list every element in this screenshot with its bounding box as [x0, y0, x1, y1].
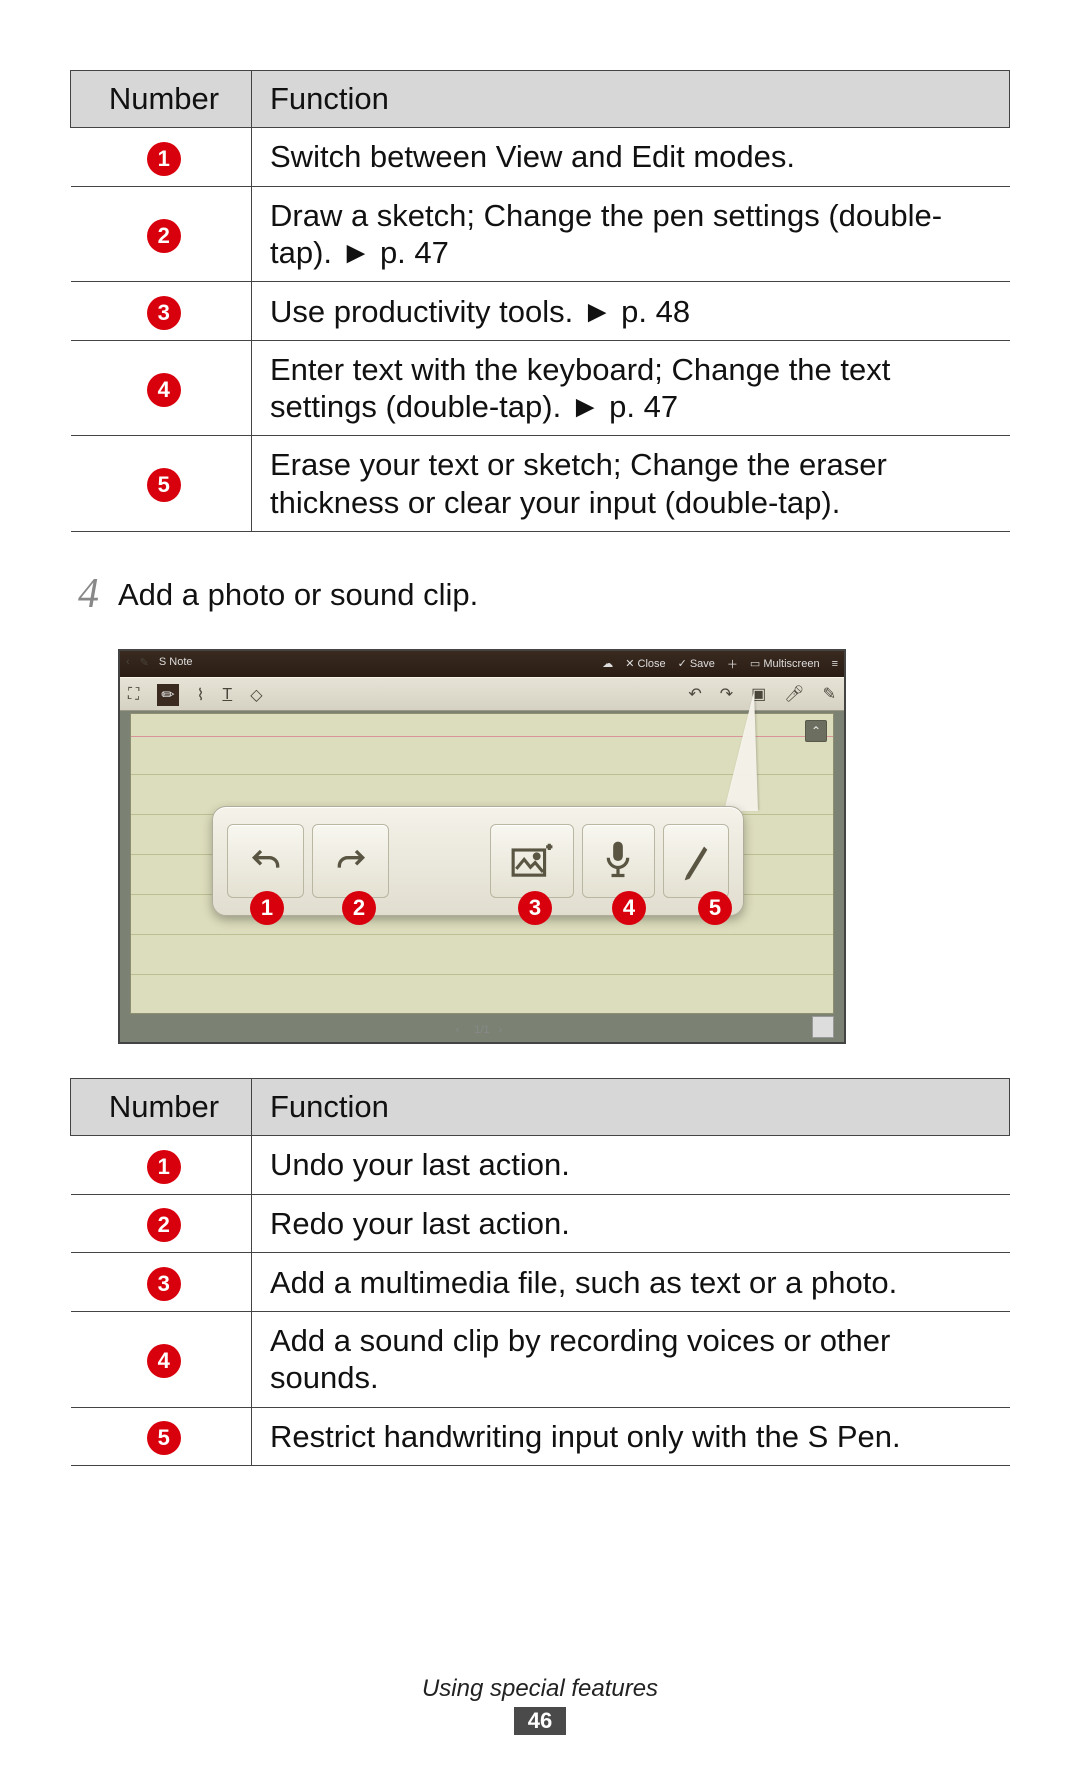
undo-icon[interactable]: ↶ [688, 684, 701, 704]
callout-badge: 5 [698, 891, 732, 925]
number-badge: 1 [147, 142, 181, 176]
view-mode-icon[interactable]: ⛶ [128, 686, 139, 704]
menu-icon[interactable]: ≡ [832, 658, 838, 670]
number-badge: 4 [147, 1344, 181, 1378]
callout-badge: 4 [612, 891, 646, 925]
page-indicator: ‹ 1/1 › [456, 1024, 509, 1036]
number-badge: 4 [147, 373, 181, 407]
undo-button[interactable] [227, 824, 304, 898]
function-text: Restrict handwriting input only with the… [252, 1407, 1010, 1466]
function-text: Switch between View and Edit modes. [252, 128, 1010, 187]
step-text: Add a photo or sound clip. [118, 577, 478, 619]
header-function: Function [252, 1078, 1010, 1135]
pen-icon[interactable]: ✎ [140, 656, 149, 669]
table-row: 1 Undo your last action. [71, 1135, 1010, 1194]
close-button[interactable]: ✕ Close [625, 657, 665, 670]
number-badge: 2 [147, 219, 181, 253]
sync-icon[interactable]: ☁ [602, 657, 613, 670]
productivity-icon[interactable]: ⌇ [197, 685, 205, 705]
page-number: 46 [0, 1707, 1080, 1735]
callout-badge: 2 [342, 891, 376, 925]
number-badge: 3 [147, 296, 181, 330]
eraser-tool-icon[interactable]: ◇ [250, 685, 262, 705]
function-text: Enter text with the keyboard; Change the… [252, 341, 1010, 436]
step-instruction: 4 Add a photo or sound clip. [78, 577, 1010, 619]
table-row: 3 Add a multimedia file, such as text or… [71, 1253, 1010, 1312]
function-text: Undo your last action. [252, 1135, 1010, 1194]
function-table-2: Number Function 1 Undo your last action.… [70, 1078, 1010, 1467]
text-tool-icon[interactable]: T [222, 686, 232, 704]
callout-badge: 3 [518, 891, 552, 925]
back-icon[interactable]: ‹ [126, 656, 130, 668]
section-title: Using special features [0, 1675, 1080, 1703]
screenshot: ‹ ✎ S Note ☁ ✕ Close ✓ Save ＋ ▭ Multiscr… [118, 649, 846, 1044]
table-row: 4 Enter text with the keyboard; Change t… [71, 341, 1010, 436]
page-footer: Using special features 46 [0, 1675, 1080, 1735]
function-table-1: Number Function 1 Switch between View an… [70, 70, 1010, 532]
header-function: Function [252, 71, 1010, 128]
table-row: 5 Erase your text or sketch; Change the … [71, 436, 1010, 531]
function-text: Use productivity tools. ► p. 48 [252, 282, 1010, 341]
spen-lock-icon[interactable]: ✎ [823, 684, 836, 704]
app-title: S Note [159, 656, 193, 668]
save-button[interactable]: ✓ Save [678, 657, 715, 670]
table-row: 2 Draw a sketch; Change the pen settings… [71, 186, 1010, 281]
number-badge: 2 [147, 1208, 181, 1242]
multiscreen-button[interactable]: ▭ Multiscreen [750, 657, 820, 670]
callout-badge: 1 [250, 891, 284, 925]
number-badge: 3 [147, 1267, 181, 1301]
add-media-button[interactable] [490, 824, 574, 898]
function-text: Add a multimedia file, such as text or a… [252, 1253, 1010, 1312]
table-header: Number Function [71, 71, 1010, 128]
step-number: 4 [78, 573, 118, 615]
table-row: 2 Redo your last action. [71, 1194, 1010, 1253]
app-title-bar: ‹ ✎ S Note ☁ ✕ Close ✓ Save ＋ ▭ Multiscr… [120, 651, 844, 677]
disk-icon[interactable] [812, 1016, 834, 1038]
table-row: 1 Switch between View and Edit modes. [71, 128, 1010, 187]
header-number: Number [71, 1078, 252, 1135]
number-badge: 1 [147, 1150, 181, 1184]
spen-only-button[interactable] [663, 824, 729, 898]
collapse-icon[interactable]: ⌃ [805, 720, 827, 742]
function-text: Erase your text or sketch; Change the er… [252, 436, 1010, 531]
add-button[interactable]: ＋ [727, 656, 738, 672]
header-number: Number [71, 71, 252, 128]
number-badge: 5 [147, 468, 181, 502]
function-text: Redo your last action. [252, 1194, 1010, 1253]
number-badge: 5 [147, 1421, 181, 1455]
function-text: Draw a sketch; Change the pen settings (… [252, 186, 1010, 281]
table-header: Number Function [71, 1078, 1010, 1135]
redo-button[interactable] [312, 824, 389, 898]
record-sound-button[interactable] [582, 824, 656, 898]
table-row: 3 Use productivity tools. ► p. 48 [71, 282, 1010, 341]
table-row: 4 Add a sound clip by recording voices o… [71, 1312, 1010, 1407]
pen-tool-icon[interactable]: ✏ [157, 684, 178, 706]
table-row: 5 Restrict handwriting input only with t… [71, 1407, 1010, 1466]
microphone-icon[interactable]: 🎤︎ [784, 684, 804, 704]
function-text: Add a sound clip by recording voices or … [252, 1312, 1010, 1407]
